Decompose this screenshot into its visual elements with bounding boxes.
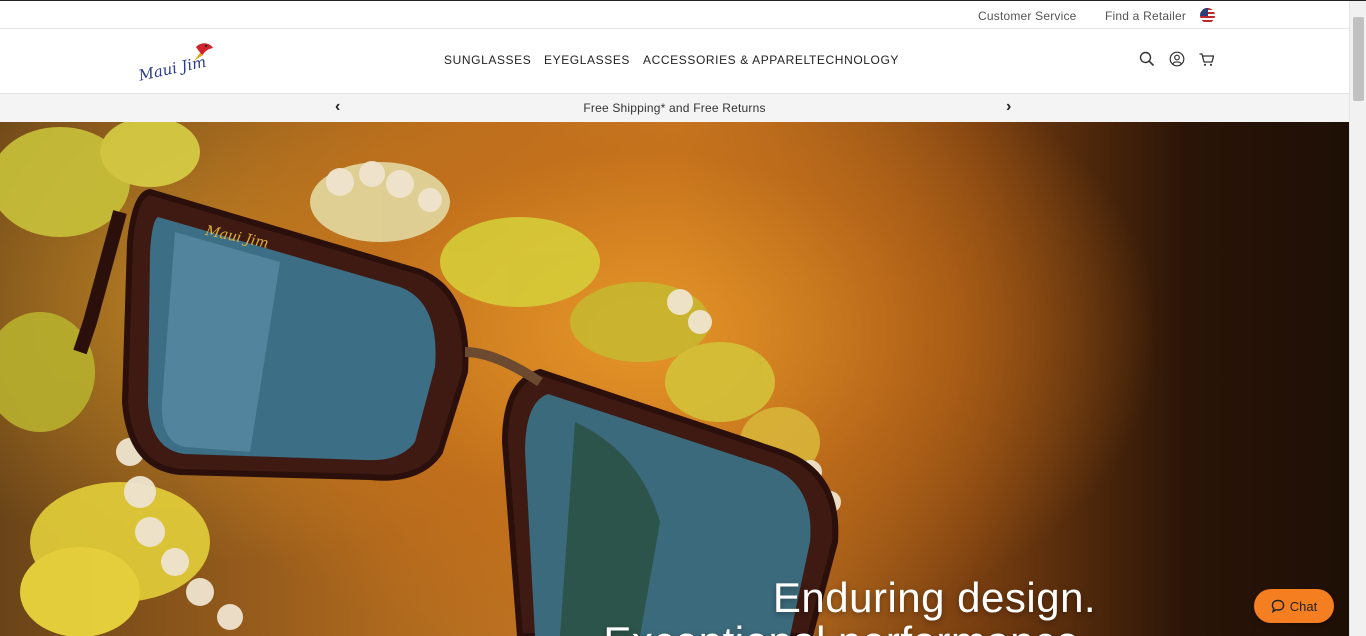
chat-label: Chat [1289,598,1318,614]
account-icon[interactable] [1168,50,1186,68]
promo-banner: ‹ Free Shipping* and Free Returns › [0,94,1349,122]
page-scrollbar[interactable] [1349,1,1366,636]
nav-eyeglasses[interactable]: EYEGLASSES [544,53,630,67]
hero-sunglasses-image: Maui Jim [0,122,841,636]
main-navigation: Maui Jim SUNGLASSES EYEGLASSES ACCESSORI… [0,29,1349,94]
find-retailer-link[interactable]: Find a Retailer [1105,9,1186,23]
customer-service-link[interactable]: Customer Service [978,9,1077,23]
hero-headline-line1: Enduring design. [772,574,1097,621]
hero-headline-line2: Exceptional performance. [0,618,1349,636]
hero-banner[interactable]: Maui Jim Enduring design. Exceptional pe… [0,122,1349,636]
page: Customer Service Find a Retailer Maui Ji… [0,0,1349,636]
window-top-border [0,0,1366,1]
chat-button[interactable]: Chat [1254,589,1334,623]
nav-accessories-apparel[interactable]: ACCESSORIES & APPAREL [643,53,811,67]
search-icon[interactable] [1138,50,1156,68]
chat-bubble-icon [1271,599,1285,613]
scrollbar-thumb[interactable] [1353,17,1364,101]
us-flag-icon[interactable] [1200,8,1215,23]
maui-jim-logo[interactable]: Maui Jim [136,39,216,85]
promo-text: Free Shipping* and Free Returns [583,101,766,115]
cart-icon[interactable] [1198,50,1216,68]
promo-next-button[interactable]: › [1006,98,1011,116]
utility-bar: Customer Service Find a Retailer [0,1,1349,29]
nav-sunglasses[interactable]: SUNGLASSES [444,53,531,67]
nav-technology[interactable]: TECHNOLOGY [809,53,899,67]
